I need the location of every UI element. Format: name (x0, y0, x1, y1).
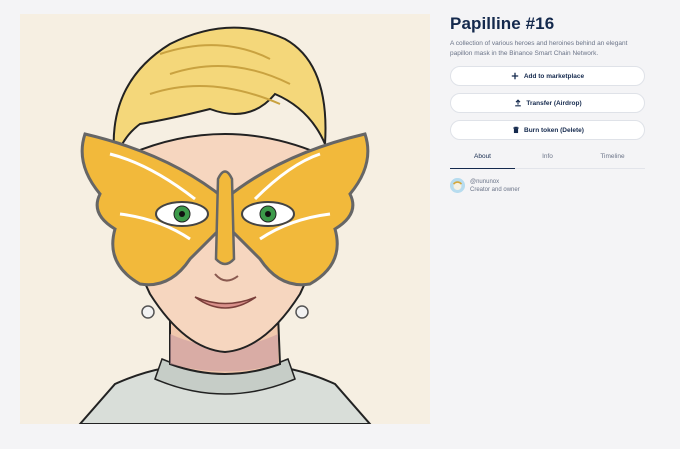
tab-info[interactable]: Info (515, 149, 580, 168)
nft-artwork-image (20, 14, 430, 424)
owner-role: Creator and owner (470, 187, 520, 193)
action-buttons: Add to marketplace Transfer (Airdrop) Bu… (450, 66, 645, 140)
tab-about[interactable]: About (450, 149, 515, 169)
owner-handle[interactable]: @nununox (470, 178, 520, 186)
nft-info-panel: Papilline #16 A collection of various he… (450, 14, 645, 194)
nft-detail-page: Papilline #16 A collection of various he… (0, 0, 680, 449)
upload-icon (513, 99, 522, 108)
nft-title: Papilline #16 (450, 14, 555, 33)
burn-token-label: Burn token (Delete) (524, 126, 584, 134)
add-to-marketplace-button[interactable]: Add to marketplace (450, 66, 645, 86)
trash-icon (511, 126, 520, 135)
detail-tabs: About Info Timeline (450, 149, 645, 169)
owner-info: @nununox Creator and owner (450, 178, 645, 194)
transfer-airdrop-button[interactable]: Transfer (Airdrop) (450, 93, 645, 113)
transfer-airdrop-label: Transfer (Airdrop) (526, 99, 582, 107)
tab-timeline[interactable]: Timeline (580, 149, 645, 168)
burn-token-button[interactable]: Burn token (Delete) (450, 120, 645, 140)
plus-icon (511, 72, 520, 81)
avatar[interactable] (450, 178, 465, 193)
nft-description: A collection of various heroes and heroi… (450, 40, 628, 57)
add-to-marketplace-label: Add to marketplace (523, 72, 585, 80)
